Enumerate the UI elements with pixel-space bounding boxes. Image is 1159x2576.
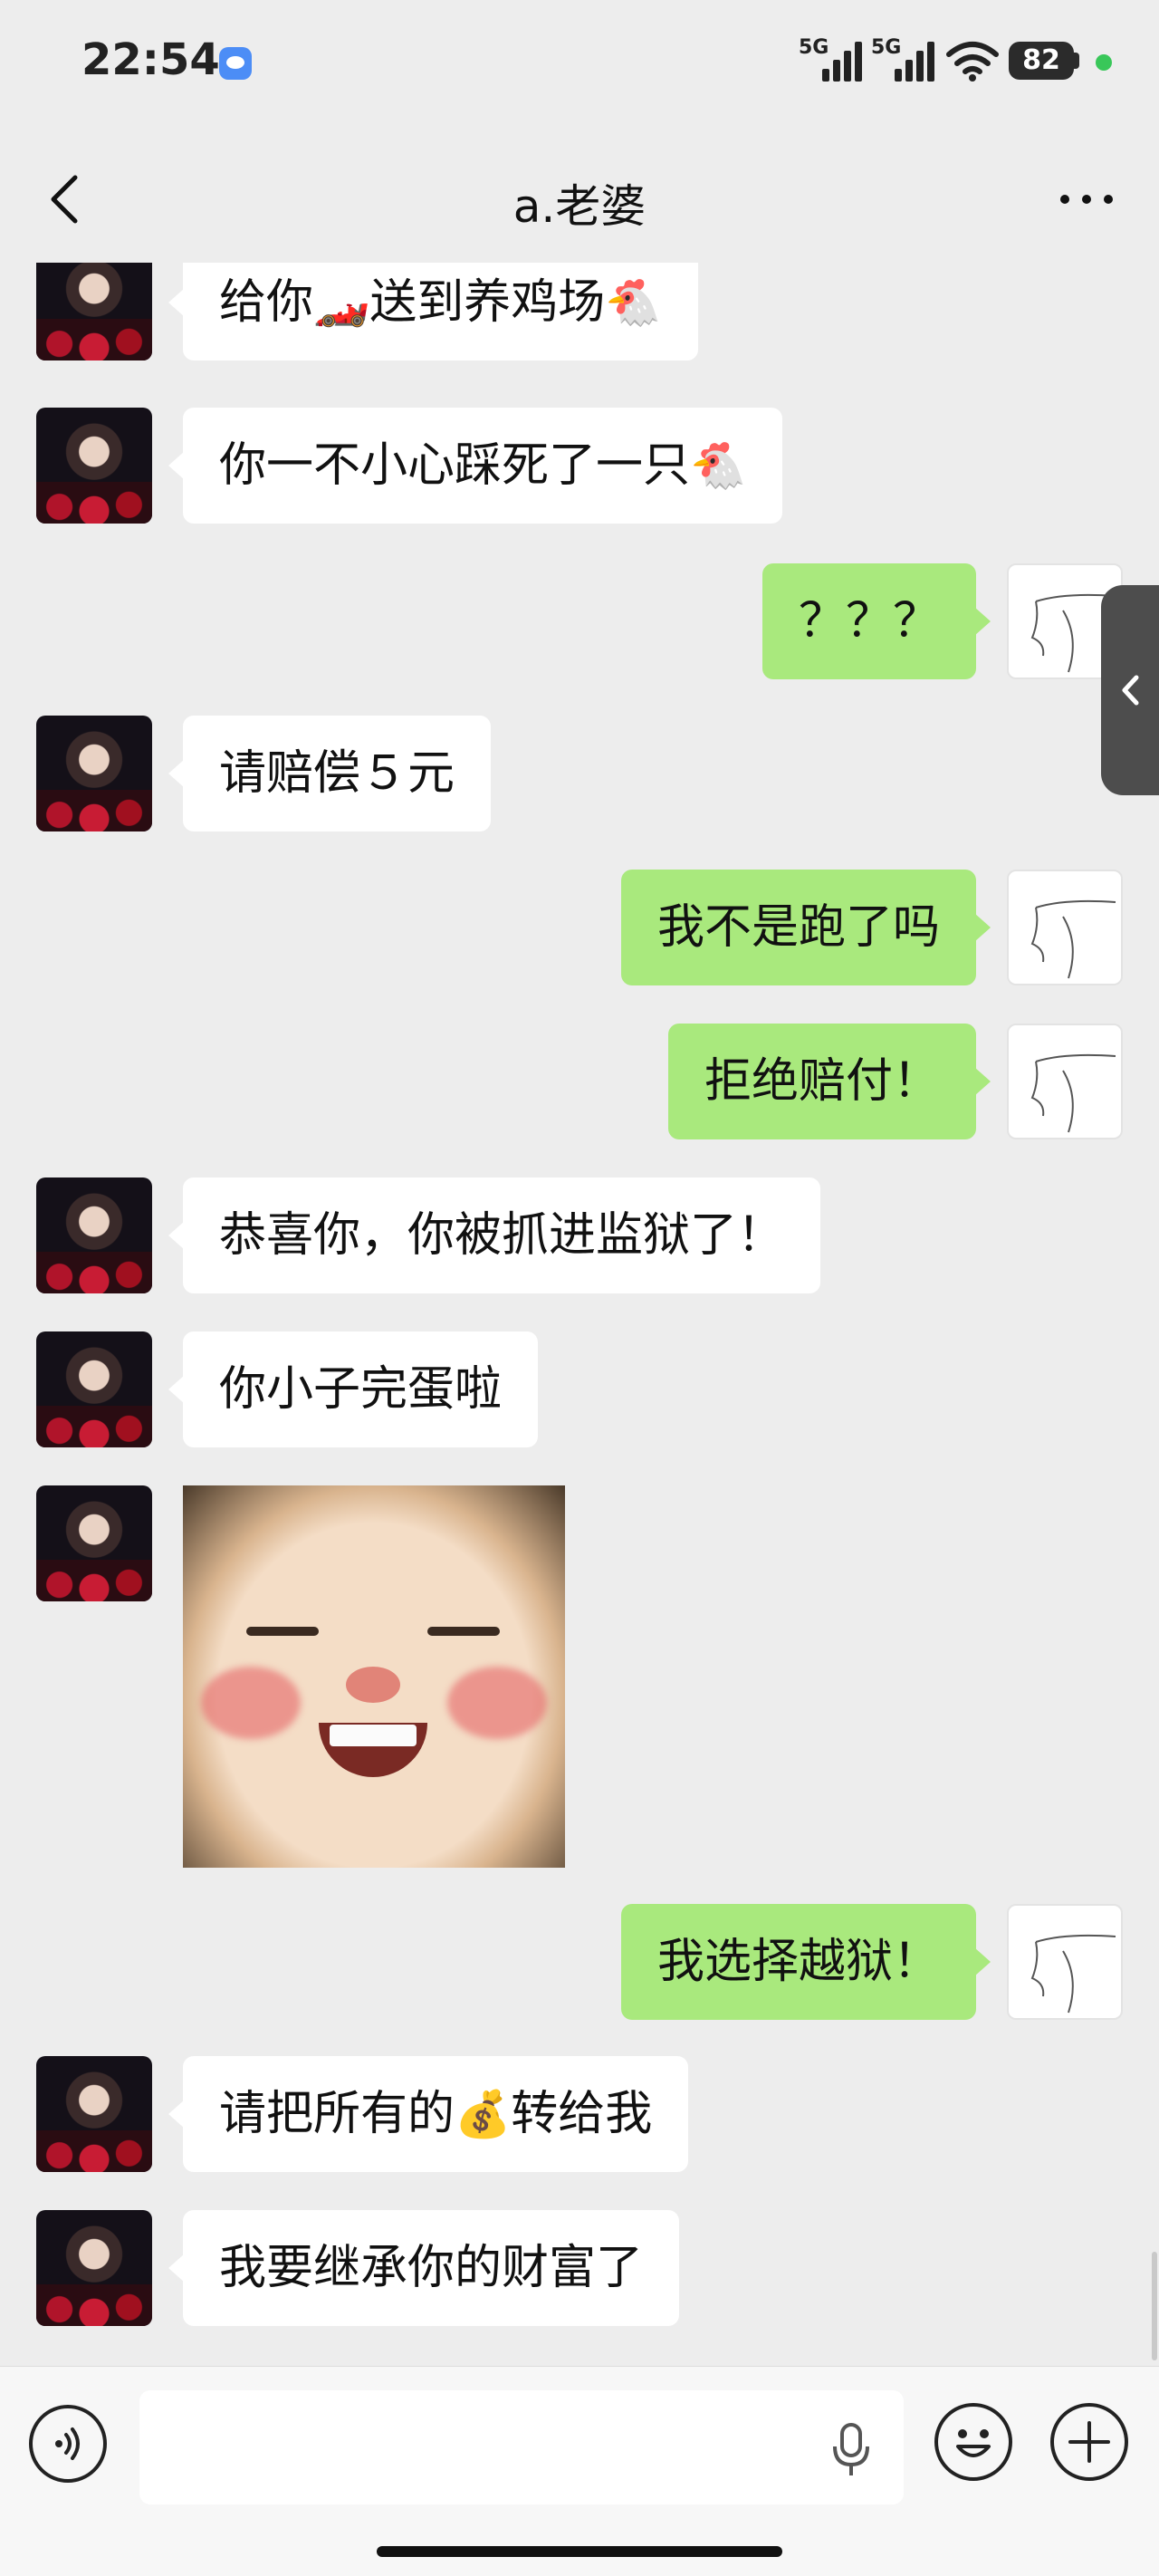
message-bubble[interactable]: 拒绝赔付！ [667,1024,991,1139]
chevron-left-icon [1122,675,1139,706]
message-bubble[interactable]: 你小子完蛋啦 [168,1331,539,1447]
network-type-label: 5G [871,36,902,59]
contact-avatar[interactable] [36,1177,152,1293]
signal-icon: 5G [871,36,934,82]
message-bubble[interactable]: ？？？ [761,563,991,679]
status-bar: 22:54 5G 5G 82 [0,0,1159,127]
message-bubble[interactable]: 我选择越狱！ [620,1904,991,2020]
plus-icon[interactable] [1050,2403,1128,2481]
race-car-icon: 🏎️ [313,276,370,329]
home-indicator[interactable] [377,2546,782,2557]
message-list[interactable]: 给你🏎️送到养鸡场🐔 你一不小心踩死了一只🐔 ？？？ 请赔偿５元 我不是跑了吗 … [0,263,1159,2364]
contact-avatar[interactable] [36,2210,152,2326]
message-bubble[interactable]: 恭喜你，你被抓进监狱了！ [168,1177,821,1293]
contact-avatar[interactable] [36,1331,152,1447]
chat-title: a.老婆 [512,180,647,233]
user-avatar[interactable] [1007,870,1123,985]
user-avatar[interactable] [1007,1904,1123,2020]
microphone-icon[interactable] [826,2421,876,2479]
money-bag-icon: 💰 [455,2088,512,2140]
message-bubble[interactable]: 请赔偿５元 [168,716,492,831]
contact-avatar[interactable] [36,263,152,360]
voice-icon[interactable] [29,2405,107,2483]
message-bubble[interactable]: 你一不小心踩死了一只🐔 [168,408,783,524]
network-type-label: 5G [799,36,829,59]
contact-avatar[interactable] [36,1485,152,1601]
chicken-icon: 🐔 [605,276,662,329]
scrollbar-thumb[interactable] [1152,2252,1157,2360]
message-bubble[interactable]: 我要继承你的财富了 [168,2210,680,2326]
emoji-icon[interactable] [934,2403,1012,2481]
message-input-bar [0,2366,1159,2576]
contact-avatar[interactable] [36,2056,152,2172]
side-panel-handle[interactable] [1101,585,1159,795]
message-bubble[interactable]: 请把所有的💰转给我 [168,2056,689,2172]
more-dots-icon[interactable] [1050,172,1123,226]
message-bubble[interactable]: 我不是跑了吗 [620,870,991,985]
active-indicator-dot [1096,54,1112,71]
signal-icon: 5G [799,36,862,82]
message-input[interactable] [139,2390,904,2504]
contact-avatar[interactable] [36,408,152,524]
user-avatar[interactable] [1007,1024,1123,1139]
chat-screen: 22:54 5G 5G 82 a.老婆 给你🏎️送到养鸡场🐔 你一不小心踩死了一… [0,0,1159,2576]
wifi-icon [946,42,999,82]
laughing-baby-sticker[interactable] [183,1485,565,1868]
battery-tip [1074,53,1079,69]
wechat-icon [219,47,252,80]
message-bubble[interactable]: 给你🏎️送到养鸡场🐔 [168,263,698,360]
chicken-icon: 🐔 [690,439,747,492]
contact-avatar[interactable] [36,716,152,831]
battery-icon: 82 [1009,42,1074,80]
status-time: 22:54 [81,34,220,85]
chat-header: a.老婆 [0,136,1159,263]
